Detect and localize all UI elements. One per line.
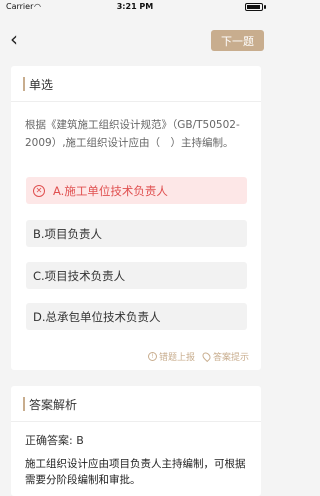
option-b-label: B.项目负责人 [33,226,103,241]
report-error-button[interactable]: ! 错题上报 [147,350,195,363]
section-accent-bar [23,397,25,411]
option-c-label: C.项目技术负责人 [33,268,126,283]
section-accent-bar [23,77,25,91]
option-d[interactable]: D.总承包单位技术负责人 [26,303,247,330]
option-b[interactable]: B.项目负责人 [26,220,247,247]
battery-icon [245,3,263,11]
next-question-button[interactable]: 下一题 [211,30,264,51]
nav-bar: ‹ 下一题 [0,18,270,62]
question-type-title: 单选 [29,78,54,92]
question-card: 单选 根据《建筑施工组织设计规范》（GB/T50502-2009）,施工组织设计… [11,66,261,370]
answer-hint-label: 答案提示 [212,353,249,363]
option-a[interactable]: ✕ A.施工单位技术负责人 [26,177,247,204]
option-a-label: A.施工单位技术负责人 [53,183,168,198]
question-card-header: 单选 [11,66,261,102]
battery-tip [264,5,266,9]
question-text: 根据《建筑施工组织设计规范》（GB/T50502-2009）,施工组织设计应由（… [25,119,240,149]
report-error-label: 错题上报 [158,353,195,363]
status-bar: Carrier ◠ 3:21 PM [0,0,270,14]
answer-explanation: 施工组织设计应由项目负责人主持编制，可根据需要分阶段编制和审批。 [25,458,246,486]
answer-hint-button[interactable]: 答案提示 [200,350,249,363]
question-actions: ! 错题上报 答案提示 [140,350,249,363]
correct-answer: 正确答案: B [25,434,84,447]
option-d-label: D.总承包单位技术负责人 [33,309,161,324]
wrong-icon: ✕ [33,184,45,197]
location-pin-icon [200,350,213,363]
clock: 3:21 PM [116,2,154,11]
info-icon: ! [147,352,157,361]
chevron-left-icon[interactable]: ‹ [4,28,24,52]
option-c[interactable]: C.项目技术负责人 [26,262,247,289]
answer-section-title: 答案解析 [29,398,78,412]
answer-card-header: 答案解析 [11,386,261,422]
